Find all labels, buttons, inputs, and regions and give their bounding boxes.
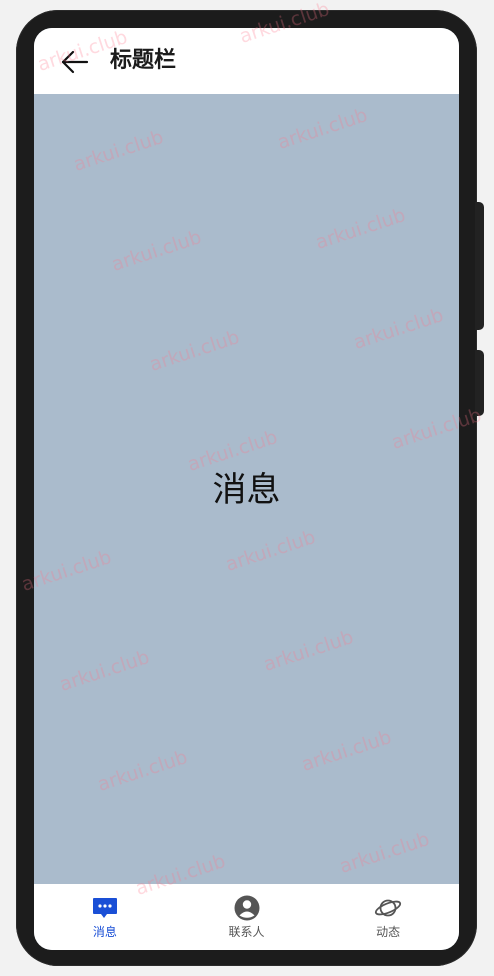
tab-messages[interactable]: 消息 [34, 884, 176, 950]
page: 标题栏 消息 消息 联系人 动态 arkui.club arkui.club a… [0, 0, 494, 976]
arrow-left-icon [61, 50, 89, 74]
content-area: 消息 [34, 94, 459, 884]
contact-icon [234, 895, 259, 921]
power-button [475, 350, 484, 416]
back-button[interactable] [60, 48, 90, 76]
tab-label: 动态 [376, 925, 401, 939]
planet-icon [375, 899, 402, 917]
tab-bar: 消息 联系人 动态 [34, 884, 459, 950]
title-bar: 标题栏 [34, 28, 459, 94]
page-title: 标题栏 [110, 48, 177, 73]
volume-button [475, 202, 484, 330]
content-text: 消息 [212, 470, 281, 510]
tab-label: 消息 [92, 925, 117, 939]
tab-moments[interactable]: 动态 [317, 884, 459, 950]
tab-label: 联系人 [228, 925, 265, 939]
tab-contacts[interactable]: 联系人 [176, 884, 318, 950]
phone-screen: 标题栏 消息 消息 联系人 动态 [34, 28, 459, 950]
message-icon [92, 898, 117, 918]
